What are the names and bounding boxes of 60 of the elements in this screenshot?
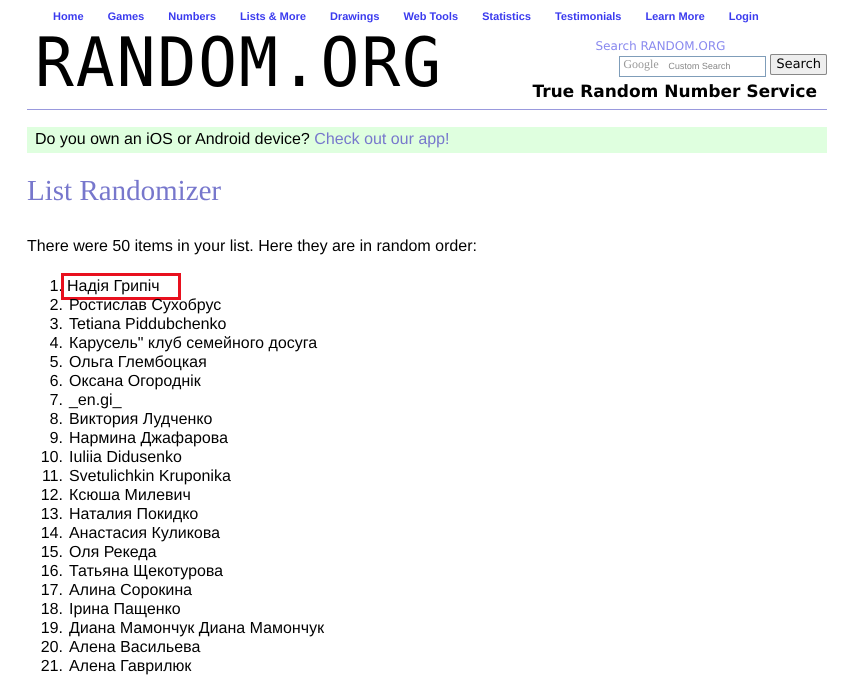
list-item: Оля Рекеда bbox=[68, 543, 158, 562]
tagline: True Random Number Service bbox=[532, 82, 817, 102]
list-item: Наталия Покидко bbox=[68, 505, 200, 524]
list-item: Диана Мамончук Диана Мамончук bbox=[68, 619, 326, 638]
item-number: 7. bbox=[48, 391, 64, 410]
item-number: 17. bbox=[40, 581, 64, 600]
item-number: 2. bbox=[48, 296, 64, 315]
nav-link[interactable]: Learn More bbox=[645, 11, 705, 27]
search-label: Search RANDOM.ORG bbox=[595, 39, 726, 53]
nav-link[interactable]: Home bbox=[53, 11, 84, 27]
google-logo: Google bbox=[623, 57, 659, 71]
list-item: Tetiana Piddubchenko bbox=[68, 315, 228, 334]
list-item: Виктория Лудченко bbox=[68, 410, 214, 429]
item-number: 3. bbox=[48, 315, 64, 334]
nav-link[interactable]: Lists & More bbox=[240, 11, 306, 27]
nav-link[interactable]: Web Tools bbox=[403, 11, 458, 27]
item-number: 9. bbox=[48, 429, 64, 448]
logo[interactable]: RANDOM.ORG bbox=[35, 33, 443, 95]
list-item: Нармина Джафарова bbox=[68, 429, 229, 448]
item-number: 1. bbox=[48, 277, 64, 296]
app-link[interactable]: Check out our app! bbox=[314, 131, 450, 148]
list-item: Ірина Пащенко bbox=[68, 600, 182, 619]
list-item: Анастасия Куликова bbox=[68, 524, 222, 543]
item-number: 12. bbox=[40, 486, 64, 505]
list-item: Svetulichkin Kruponika bbox=[68, 467, 232, 486]
nav-link[interactable]: Login bbox=[728, 11, 759, 27]
search-button[interactable]: Search bbox=[770, 54, 827, 75]
nav-link[interactable]: Games bbox=[108, 11, 144, 27]
list-item: Алена Васильева bbox=[68, 638, 202, 657]
list-item: Алена Гаврилюк bbox=[68, 657, 192, 676]
item-number: 8. bbox=[48, 410, 64, 429]
list-item: Ксюша Милевич bbox=[68, 486, 192, 505]
nav-link[interactable]: Numbers bbox=[168, 11, 216, 27]
item-number: 15. bbox=[40, 543, 64, 562]
item-number: 6. bbox=[48, 372, 64, 391]
nav-link[interactable]: Testimonials bbox=[555, 11, 622, 27]
item-number: 4. bbox=[48, 334, 64, 353]
item-number: 14. bbox=[40, 524, 64, 543]
item-number: 16. bbox=[40, 562, 64, 581]
item-number: 10. bbox=[40, 448, 64, 467]
banner-text: Do you own an iOS or Android device? bbox=[35, 131, 310, 148]
list-item: _en.gi_ bbox=[68, 391, 123, 410]
list-item: Ольга Глембоцкая bbox=[68, 353, 208, 372]
nav-link[interactable]: Statistics bbox=[482, 11, 531, 27]
list-item: Татьяна Щекотурова bbox=[68, 562, 224, 581]
item-number: 20. bbox=[40, 638, 64, 657]
list-item: Алина Сорокина bbox=[68, 581, 194, 600]
item-number: 11. bbox=[40, 467, 64, 486]
list-item: Карусель" клуб семейного досуга bbox=[68, 334, 318, 353]
item-number: 13. bbox=[40, 505, 64, 524]
item-number: 18. bbox=[40, 600, 64, 619]
nav-link[interactable]: Drawings bbox=[330, 11, 380, 27]
item-number: 19. bbox=[40, 619, 64, 638]
intro-text: There were 50 items in your list. Here they are in random order: bbox=[27, 238, 478, 256]
list-item: Ростислав Сухобрус bbox=[68, 296, 222, 315]
list-item: Iuliia Didusenko bbox=[68, 448, 183, 467]
item-number: 5. bbox=[48, 353, 64, 372]
item-number: 21. bbox=[40, 657, 64, 676]
list-item: Оксана Огороднік bbox=[68, 372, 202, 391]
page-title: List Randomizer bbox=[27, 175, 222, 208]
